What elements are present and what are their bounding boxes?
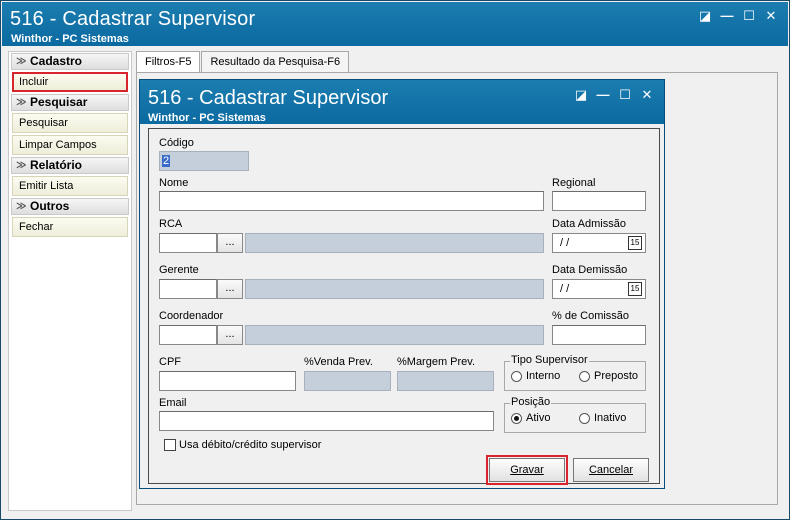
sidebar-item-fechar[interactable]: Fechar (12, 217, 128, 237)
coordenador-name-field (245, 325, 544, 345)
gerente-code-field[interactable] (159, 279, 217, 299)
comissao-field[interactable] (552, 325, 646, 345)
main-window: 516 - Cadastrar Supervisor Winthor - PC … (0, 0, 790, 520)
coordenador-code-field[interactable] (159, 325, 217, 345)
chevron-down-icon: ≫ (16, 56, 27, 67)
sidebar-group-relatorio: ≫ Relatório Emitir Lista (11, 157, 129, 196)
gerente-name-field (245, 279, 544, 299)
restore-layout-icon[interactable]: ◪ (694, 8, 716, 24)
window-subtitle: Winthor - PC Sistemas (11, 33, 129, 45)
dialog-title: 516 - Cadastrar Supervisor (148, 87, 389, 109)
cpf-label: CPF (159, 356, 181, 368)
sidebar-group-pesquisar: ≫ Pesquisar Pesquisar Limpar Campos (11, 94, 129, 155)
dialog-subtitle: Winthor - PC Sistemas (148, 112, 266, 124)
tipo-preposto-radio[interactable]: Preposto (579, 370, 638, 382)
nome-field[interactable] (159, 191, 544, 211)
rca-code-field[interactable] (159, 233, 217, 253)
sidebar: ≫ Cadastro Incluir ≫ Pesquisar Pesquisar L… (8, 51, 132, 511)
debito-credito-checkbox[interactable]: Usa débito/crédito supervisor (164, 439, 321, 451)
tab-resultado-pesquisa[interactable]: Resultado da Pesquisa-F6 (201, 51, 350, 73)
sidebar-group-cadastro: ≫ Cadastro Incluir (11, 53, 129, 92)
close-icon[interactable]: ✕ (636, 87, 658, 103)
comissao-label: % de Comissão (552, 310, 630, 322)
regional-label: Regional (552, 177, 596, 189)
dialog-titlebar: 516 - Cadastrar Supervisor Winthor - PC … (140, 80, 664, 124)
sidebar-item-pesquisar[interactable]: Pesquisar (12, 113, 128, 133)
margem-prev-field (397, 371, 494, 391)
email-field[interactable] (159, 411, 494, 431)
dialog-form: Código 2 Nome Regional RCA ... Data Admi… (148, 128, 660, 485)
data-admissao-field[interactable]: / / 15 (552, 233, 646, 253)
sidebar-item-incluir[interactable]: Incluir (12, 72, 128, 92)
maximize-icon[interactable]: ☐ (738, 8, 760, 24)
rca-name-field (245, 233, 544, 253)
chevron-down-icon: ≫ (16, 97, 27, 108)
sidebar-item-limpar-campos[interactable]: Limpar Campos (12, 135, 128, 155)
gerente-label: Gerente (159, 264, 199, 276)
posicao-ativo-radio[interactable]: Ativo (511, 412, 550, 424)
maximize-icon[interactable]: ☐ (614, 87, 636, 103)
sidebar-item-emitir-lista[interactable]: Emitir Lista (12, 176, 128, 196)
sidebar-group-outros: ≫ Outros Fechar (11, 198, 129, 237)
close-icon[interactable]: ✕ (760, 8, 782, 24)
calendar-icon[interactable]: 15 (628, 236, 642, 250)
calendar-icon[interactable]: 15 (628, 282, 642, 296)
sidebar-group-header[interactable]: ≫ Pesquisar (11, 94, 129, 111)
rca-search-button[interactable]: ... (217, 233, 243, 253)
chevron-down-icon: ≫ (16, 201, 27, 212)
tab-filtros[interactable]: Filtros-F5 (136, 51, 201, 73)
nome-label: Nome (159, 177, 189, 189)
venda-prev-label: %Venda Prev. (304, 356, 373, 368)
coordenador-search-button[interactable]: ... (217, 325, 243, 345)
window-title: 516 - Cadastrar Supervisor (10, 8, 256, 30)
cancelar-button[interactable]: Cancelar (573, 458, 649, 482)
regional-field[interactable] (552, 191, 646, 211)
gerente-search-button[interactable]: ... (217, 279, 243, 299)
data-demissao-field[interactable]: / / 15 (552, 279, 646, 299)
tipo-supervisor-group: Tipo Supervisor Interno Preposto (504, 354, 646, 391)
venda-prev-field (304, 371, 391, 391)
cpf-field[interactable] (159, 371, 296, 391)
posicao-inativo-radio[interactable]: Inativo (579, 412, 626, 424)
margem-prev-label: %Margem Prev. (397, 356, 476, 368)
gravar-button[interactable]: Gravar (486, 455, 568, 485)
cadastrar-supervisor-dialog: 516 - Cadastrar Supervisor Winthor - PC … (139, 79, 665, 489)
minimize-icon[interactable]: — (592, 87, 614, 103)
codigo-field[interactable]: 2 (159, 151, 249, 171)
rca-label: RCA (159, 218, 183, 230)
chevron-down-icon: ≫ (16, 160, 27, 171)
data-demissao-label: Data Demissão (552, 264, 628, 276)
sidebar-group-header[interactable]: ≫ Relatório (11, 157, 129, 174)
sidebar-group-header[interactable]: ≫ Outros (11, 198, 129, 215)
coordenador-label: Coordenador (159, 310, 224, 322)
tab-strip: Filtros-F5 Resultado da Pesquisa-F6 (136, 51, 350, 73)
email-label: Email (159, 397, 187, 409)
window-titlebar: 516 - Cadastrar Supervisor Winthor - PC … (2, 2, 788, 46)
minimize-icon[interactable]: — (716, 8, 738, 24)
sidebar-group-header[interactable]: ≫ Cadastro (11, 53, 129, 70)
restore-layout-icon[interactable]: ◪ (570, 87, 592, 103)
tipo-interno-radio[interactable]: Interno (511, 370, 560, 382)
data-admissao-label: Data Admissão (552, 218, 626, 230)
codigo-label: Código (159, 137, 194, 149)
posicao-group: Posição Ativo Inativo (504, 396, 646, 433)
